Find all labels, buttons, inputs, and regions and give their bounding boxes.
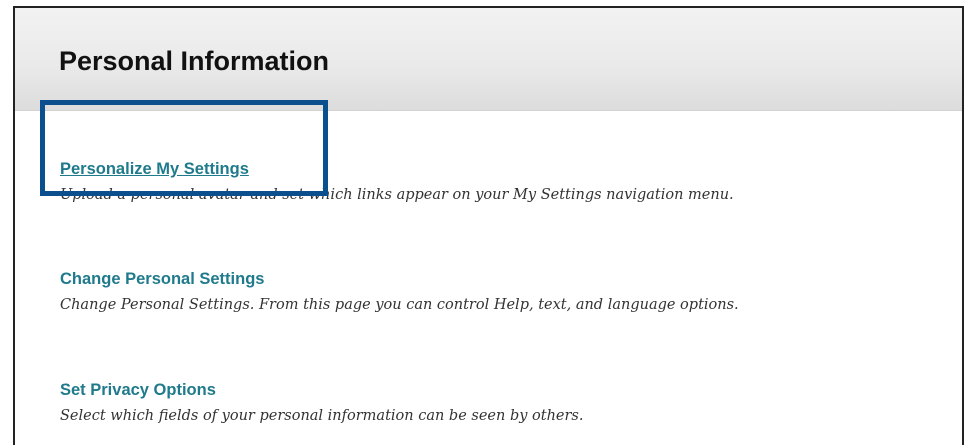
personalize-my-settings-description: Upload a personal avatar and set which l… — [60, 187, 734, 203]
panel-header: Personal Information — [15, 8, 962, 111]
set-privacy-options-description: Select which fields of your personal inf… — [60, 408, 584, 424]
panel-title: Personal Information — [59, 46, 330, 76]
entry-set-privacy-options: Set Privacy Options Select which fields … — [60, 381, 584, 424]
change-personal-settings-link[interactable]: Change Personal Settings — [60, 270, 739, 289]
entry-change-personal-settings: Change Personal Settings Change Personal… — [60, 270, 739, 313]
personalize-my-settings-link[interactable]: Personalize My Settings — [60, 160, 734, 179]
page: Personal Information Personalize My Sett… — [0, 0, 964, 445]
set-privacy-options-link[interactable]: Set Privacy Options — [60, 381, 584, 400]
personal-information-panel: Personal Information Personalize My Sett… — [13, 6, 964, 445]
entry-personalize-settings: Personalize My Settings Upload a persona… — [60, 160, 734, 203]
change-personal-settings-description: Change Personal Settings. From this page… — [60, 297, 739, 313]
